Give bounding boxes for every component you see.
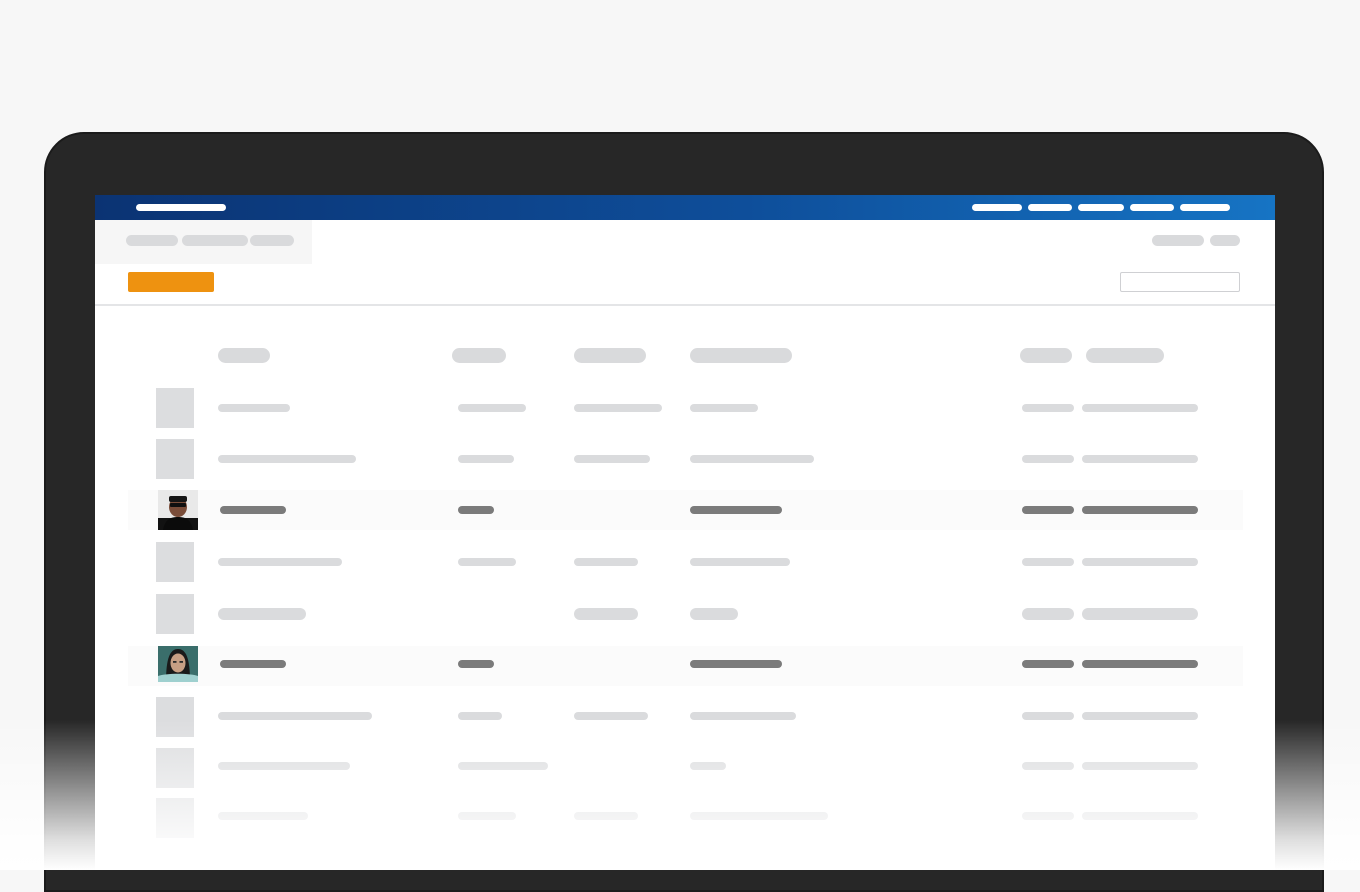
column-header-5[interactable] — [1020, 348, 1072, 363]
cell — [1082, 558, 1198, 566]
cell — [1022, 762, 1074, 770]
cell — [220, 506, 286, 514]
cell — [1082, 712, 1198, 720]
man-avatar-photo — [158, 490, 198, 530]
breadcrumb-item-1[interactable] — [126, 235, 178, 246]
cell — [1082, 455, 1198, 463]
cell — [1082, 762, 1198, 770]
thumbnail-placeholder — [156, 542, 194, 582]
cell — [574, 712, 648, 720]
cell — [1022, 558, 1074, 566]
search-input[interactable] — [1120, 272, 1240, 292]
cell — [1082, 812, 1198, 820]
cell — [1022, 812, 1074, 820]
woman-avatar-photo — [158, 646, 198, 682]
cell — [1022, 404, 1074, 412]
cell — [690, 762, 726, 770]
thumbnail-placeholder — [156, 388, 194, 428]
cell — [458, 558, 516, 566]
thumbnail-placeholder — [156, 697, 194, 737]
nav-item-5[interactable] — [1180, 204, 1230, 211]
column-header-2[interactable] — [452, 348, 506, 363]
secondary-action-1[interactable] — [1152, 235, 1204, 246]
nav-item-2[interactable] — [1028, 204, 1072, 211]
cell — [218, 762, 350, 770]
secondary-action-2[interactable] — [1210, 235, 1240, 246]
table-row[interactable] — [128, 439, 1243, 479]
thumbnail-placeholder — [156, 439, 194, 479]
column-header-3[interactable] — [574, 348, 646, 363]
cell — [1022, 506, 1074, 514]
app-screen — [95, 195, 1275, 870]
cell — [690, 608, 738, 620]
cell — [218, 608, 306, 620]
cell — [220, 660, 286, 668]
avatar — [158, 490, 198, 530]
breadcrumb — [95, 220, 312, 264]
cell — [690, 712, 796, 720]
thumbnail-placeholder — [156, 594, 194, 634]
cell — [690, 404, 758, 412]
cell — [690, 812, 828, 820]
cell — [690, 558, 790, 566]
cell — [218, 712, 372, 720]
cell — [458, 455, 514, 463]
cell — [574, 608, 638, 620]
app-logo[interactable] — [136, 204, 226, 211]
cell — [1022, 660, 1074, 668]
cell — [218, 404, 290, 412]
primary-action-button[interactable] — [128, 272, 214, 292]
thumbnail-placeholder — [156, 798, 194, 838]
cell — [1022, 712, 1074, 720]
cell — [458, 660, 494, 668]
breadcrumb-item-2[interactable] — [182, 235, 248, 246]
column-header-4[interactable] — [690, 348, 792, 363]
table-row[interactable] — [128, 594, 1243, 634]
cell — [218, 812, 308, 820]
cell — [690, 660, 782, 668]
cell — [458, 506, 494, 514]
thumbnail-placeholder — [156, 748, 194, 788]
table-row[interactable] — [128, 798, 1243, 838]
table-row-highlighted[interactable] — [128, 490, 1243, 530]
cell — [458, 812, 516, 820]
cell — [574, 455, 650, 463]
nav-item-4[interactable] — [1130, 204, 1174, 211]
breadcrumb-item-3[interactable] — [250, 235, 294, 246]
cell — [574, 404, 662, 412]
cell — [574, 558, 638, 566]
column-header-1[interactable] — [218, 348, 270, 363]
secondary-bar — [95, 220, 1275, 264]
table-row[interactable] — [128, 542, 1243, 582]
cell — [1082, 506, 1198, 514]
nav-item-1[interactable] — [972, 204, 1022, 211]
cell — [690, 455, 814, 463]
cell — [1082, 608, 1198, 620]
cell — [218, 558, 342, 566]
cell — [458, 404, 526, 412]
cell — [458, 762, 548, 770]
table-row[interactable] — [128, 388, 1243, 428]
cell — [1022, 455, 1074, 463]
cell — [690, 506, 782, 514]
top-nav-bar — [95, 195, 1275, 220]
avatar — [158, 646, 198, 682]
table-row[interactable] — [128, 697, 1243, 737]
nav-item-3[interactable] — [1078, 204, 1124, 211]
cell — [218, 455, 356, 463]
cell — [574, 812, 638, 820]
column-header-6[interactable] — [1086, 348, 1164, 363]
cell — [1022, 608, 1074, 620]
toolbar — [95, 264, 1275, 306]
cell — [1082, 660, 1198, 668]
cell — [1082, 404, 1198, 412]
cell — [458, 712, 502, 720]
table-row-highlighted[interactable] — [128, 646, 1243, 686]
table-row[interactable] — [128, 748, 1243, 788]
